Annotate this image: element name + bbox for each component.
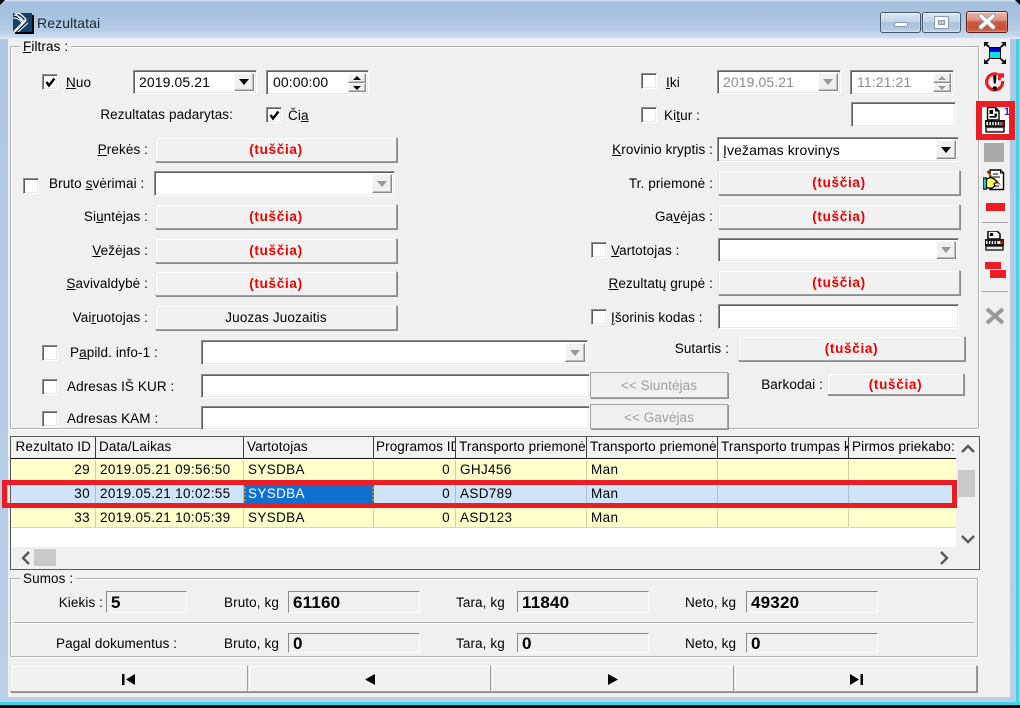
svg-text:1: 1 — [1004, 107, 1009, 118]
